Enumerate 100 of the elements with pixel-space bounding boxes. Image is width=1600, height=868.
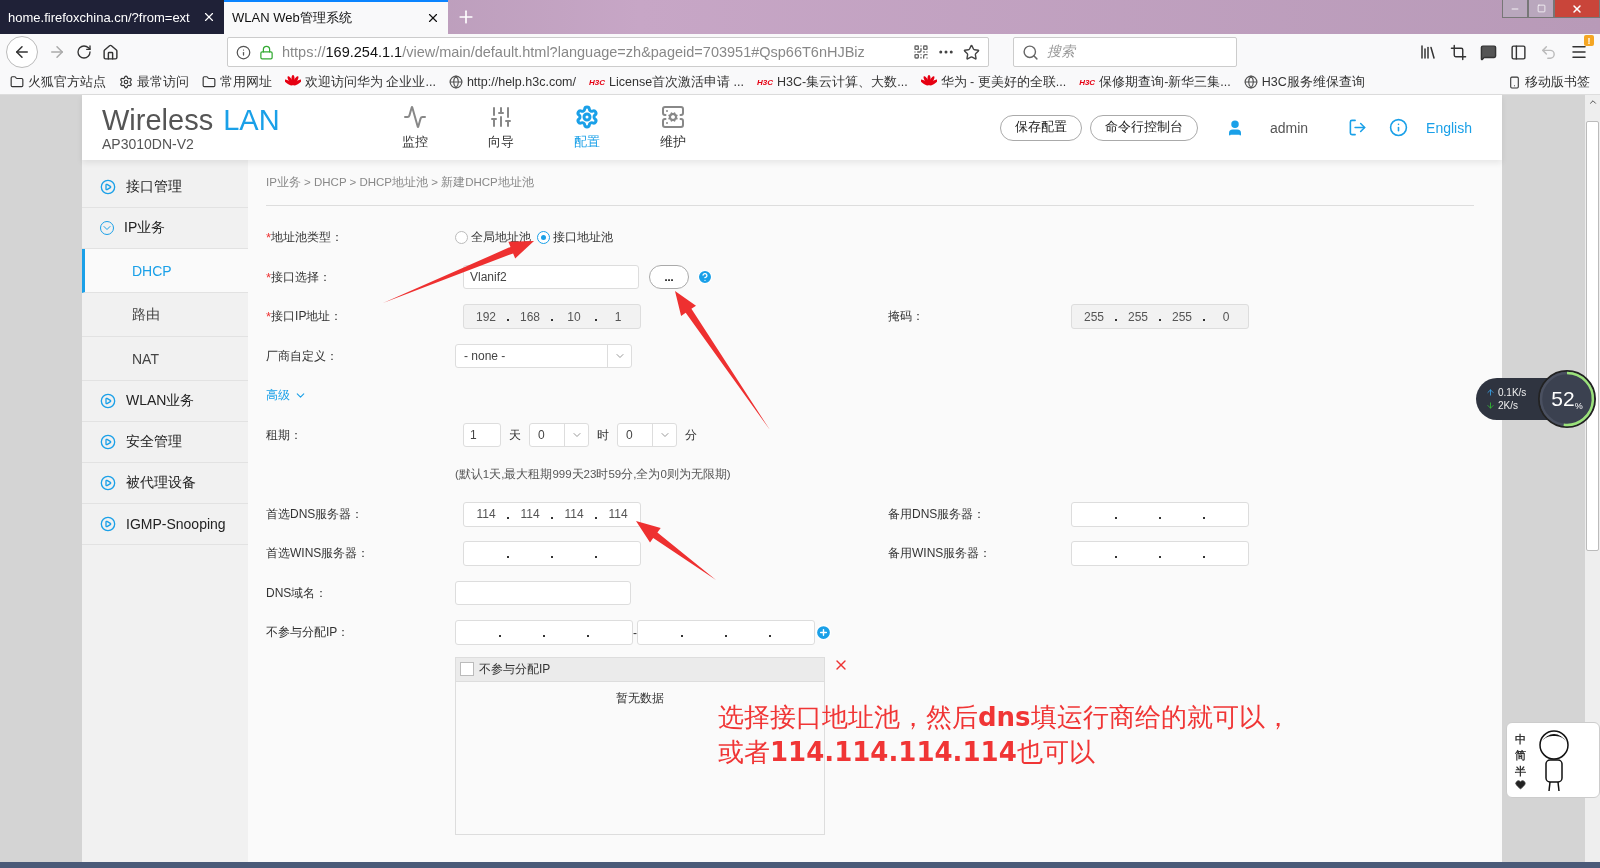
mobile-bookmarks[interactable]: 移动版书签 <box>1508 73 1590 91</box>
bookmark-star-icon[interactable] <box>963 43 980 61</box>
ime-mode[interactable]: 简 <box>1515 746 1526 763</box>
home-icon[interactable] <box>102 43 119 61</box>
library-icon[interactable] <box>1419 43 1437 61</box>
sidebar-item[interactable]: IGMP-Snooping <box>82 504 248 545</box>
dropdown[interactable]: - none - <box>455 344 632 369</box>
user-name: admin <box>1269 119 1309 136</box>
close-icon[interactable] <box>202 10 216 24</box>
hint-text: (默认1天,最大租期999天23时59分,全为0则为无限期) <box>455 467 731 483</box>
gear-icon <box>575 104 599 129</box>
menu-icon[interactable] <box>1570 43 1588 61</box>
sidebar-subitem[interactable]: NAT <box>82 337 248 381</box>
sidebar-item[interactable]: WLAN业务 <box>82 381 248 422</box>
required-mark: * <box>266 230 272 246</box>
forward-icon[interactable] <box>48 43 66 61</box>
crop-icon[interactable] <box>1450 43 1467 61</box>
nav-tab[interactable]: 监控 <box>372 104 458 151</box>
phone-icon <box>1508 75 1521 89</box>
bookmark-item[interactable]: H3C 保修期查询-新华三集... <box>1079 73 1231 91</box>
octet-separator <box>507 319 509 322</box>
back-icon <box>13 43 31 61</box>
range-dash: - <box>633 625 637 640</box>
bookmark-item[interactable]: http://help.h3c.com/ <box>448 75 576 89</box>
reload-icon[interactable] <box>76 44 92 60</box>
input-field[interactable]: Vlanif2 <box>463 265 639 290</box>
input-field[interactable] <box>455 581 631 606</box>
header-button[interactable]: 命令行控制台 <box>1089 114 1198 141</box>
octet-separator <box>595 556 597 559</box>
close-icon[interactable] <box>426 11 440 25</box>
restore-icon <box>1536 4 1546 13</box>
browser-tab[interactable]: home.firefoxchina.cn/?from=ext <box>0 0 224 34</box>
octet-separator <box>681 635 683 638</box>
ip-field[interactable] <box>1071 541 1249 567</box>
restore-button[interactable] <box>1528 0 1554 18</box>
radio-button[interactable] <box>537 231 550 245</box>
hours-dropdown[interactable]: 0 <box>529 423 589 448</box>
header-button[interactable]: 保存配置 <box>999 114 1082 141</box>
octet-separator <box>507 556 509 559</box>
checkbox[interactable] <box>460 662 474 676</box>
bookmark-item[interactable]: 火狐官方站点 <box>10 73 106 91</box>
close-button[interactable] <box>1554 0 1600 18</box>
bookmark-item[interactable]: 华为 - 更美好的全联... <box>920 73 1067 91</box>
sidebar-item[interactable]: 被代理设备 <box>82 463 248 504</box>
annotation-text: 选择接口地址池，然后dns填运行商给的就可以， <box>718 701 1291 734</box>
scrollbar-thumb[interactable] <box>1586 121 1599 551</box>
column-header: 不参与分配IP <box>479 660 551 678</box>
field-label: 接口IP地址： <box>271 308 344 326</box>
scroll-up-icon[interactable] <box>1587 97 1598 107</box>
bookmark-item[interactable]: 最常访问 <box>119 73 189 91</box>
ip-field[interactable] <box>1071 501 1249 527</box>
h3c-logo: H3C <box>1079 77 1096 87</box>
minimize-button[interactable] <box>1502 0 1528 18</box>
qr-code-icon[interactable] <box>913 44 929 60</box>
nav-tab[interactable]: 维护 <box>630 104 716 151</box>
browse-button[interactable]: ... <box>649 265 689 290</box>
ime-mode[interactable]: 半 <box>1515 762 1526 779</box>
ip-field[interactable] <box>637 620 815 646</box>
breadcrumb: IP业务 > DHCP > DHCP地址池 > 新建DHCP地址池 <box>266 160 1474 206</box>
bookmark-item[interactable]: H3C License首次激活申请 ... <box>589 73 744 91</box>
sidebar-icon[interactable] <box>1510 43 1527 61</box>
address-bar[interactable]: https://169.254.1.1/view/main/default.html?language=zh&pageid=703951#Qsp66T6nHJBiz <box>227 37 989 67</box>
field-label: DNS域名： <box>266 584 329 602</box>
ip-field[interactable]: 114 114 114 114 <box>463 501 641 527</box>
radio-button[interactable] <box>455 231 468 245</box>
bookmark-item[interactable]: H3C服务维保查询 <box>1243 73 1365 91</box>
octet-separator <box>1115 516 1117 519</box>
browser-tab[interactable]: WLAN Web管理系统 <box>224 0 448 34</box>
back-button[interactable] <box>6 36 38 68</box>
sidebar-subitem[interactable]: 路由 <box>82 293 248 337</box>
chat-icon[interactable] <box>1480 43 1497 61</box>
bookmark-item[interactable]: H3C H3C-集云计算、大数... <box>757 73 908 91</box>
undo-icon[interactable] <box>1540 43 1557 61</box>
days-field[interactable]: 1 <box>463 423 501 448</box>
octet-separator <box>1203 516 1205 519</box>
bookmark-item[interactable]: 常用网址 <box>202 73 272 91</box>
octet-separator <box>587 635 589 638</box>
minutes-dropdown[interactable]: 0 <box>617 423 677 448</box>
octet-separator <box>595 319 597 322</box>
octet-separator <box>551 556 553 559</box>
octet-separator <box>1203 319 1205 322</box>
octet-separator <box>1203 556 1205 559</box>
ime-mode[interactable]: 中 <box>1515 730 1526 747</box>
add-icon[interactable] <box>815 624 832 642</box>
empty-message: 暂无数据 <box>616 690 664 706</box>
help-icon[interactable] <box>697 269 713 286</box>
octet-separator <box>1115 319 1117 322</box>
globe-icon <box>1243 75 1258 89</box>
sidebar-item[interactable]: 安全管理 <box>82 422 248 463</box>
ip-field[interactable] <box>463 541 641 567</box>
octet-separator <box>543 635 545 638</box>
octet-separator <box>551 516 553 519</box>
logout-icon[interactable] <box>1348 118 1368 137</box>
unit-label: 分 <box>685 426 697 444</box>
required-mark: * <box>266 309 272 325</box>
nav-tab[interactable]: 向导 <box>458 104 544 151</box>
info-icon[interactable] <box>236 44 251 60</box>
bookmark-item[interactable]: 欢迎访问华为 企业业... <box>285 73 436 91</box>
ip-field[interactable] <box>455 620 633 646</box>
sidebar-item[interactable]: 接口管理 <box>82 167 248 208</box>
